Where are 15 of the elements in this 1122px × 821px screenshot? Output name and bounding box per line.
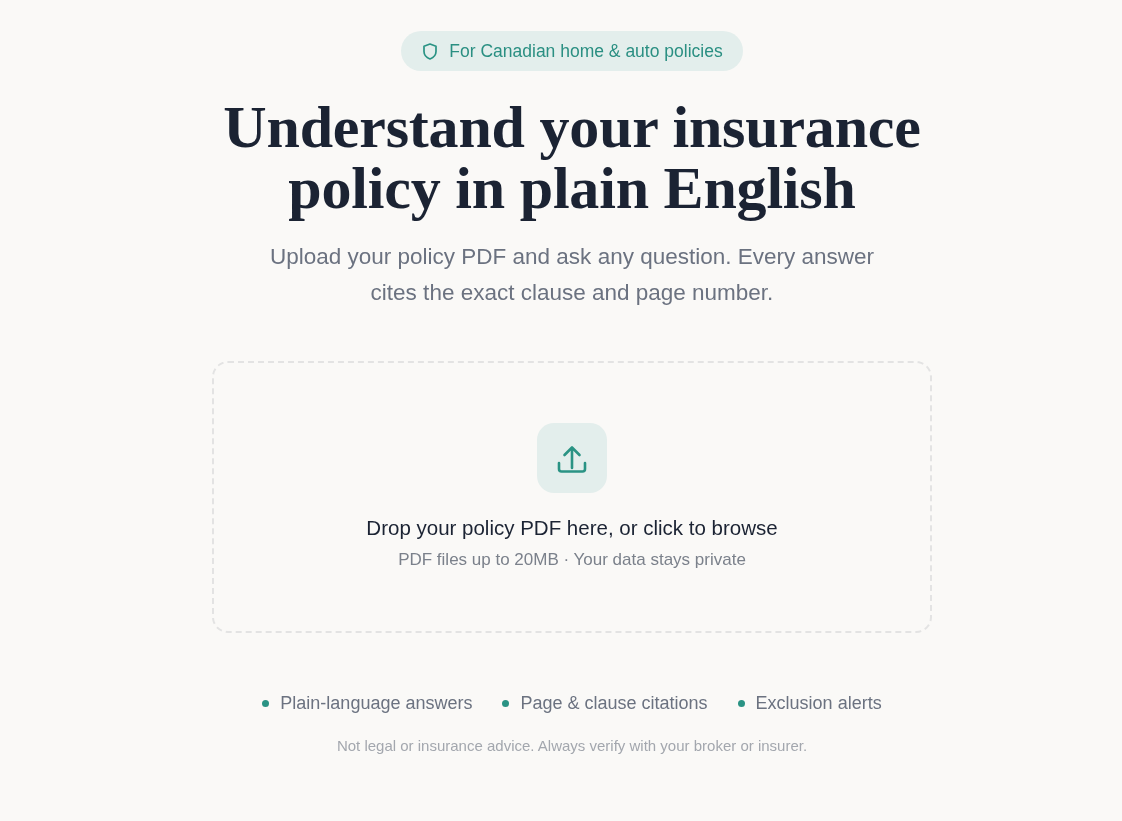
bullet-dot-icon [262, 700, 270, 707]
dropzone-prompt: Drop your policy PDF here, or click to browse [366, 516, 778, 540]
feature-label: Exclusion alerts [755, 693, 882, 714]
page-heading: Understand your insurance policy in plain English [222, 97, 922, 219]
disclaimer-text: Not legal or insurance advice. Always verify with your broker or insurer. [336, 737, 808, 754]
bullet-dot-icon [502, 700, 510, 707]
dropzone-note: PDF files up to 20MB · Your data stays private [398, 550, 746, 570]
feature-label: Page & clause citations [520, 693, 708, 714]
page-subtitle: Upload your policy PDF and ask any question. Every answer cites the exact clause and page number. [268, 243, 876, 307]
badge-label: For Canadian home & auto policies [449, 40, 723, 62]
feature-label: Plain-language answers [280, 693, 473, 714]
upload-dropzone[interactable]: Drop your policy PDF here, or click to browse PDF files up to 20MB · Your data stays private [212, 361, 932, 633]
shield-icon [423, 42, 438, 60]
bullet-dot-icon [737, 700, 745, 707]
upload-icon [537, 423, 607, 493]
